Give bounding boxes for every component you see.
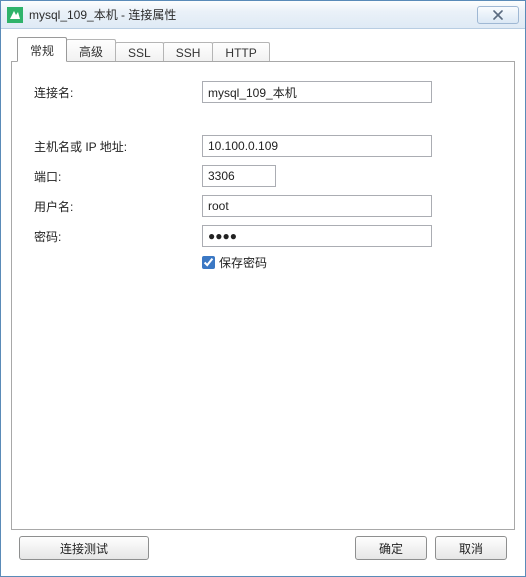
input-password[interactable] (202, 225, 432, 247)
spacer (157, 536, 347, 560)
tab-strip: 常规 高级 SSL SSH HTTP (11, 37, 515, 61)
label-conn-name: 连接名: (34, 84, 202, 101)
tab-general[interactable]: 常规 (17, 37, 67, 62)
label-port: 端口: (34, 168, 202, 185)
tab-http[interactable]: HTTP (212, 42, 269, 62)
label-password: 密码: (34, 228, 202, 245)
dialog-window: mysql_109_本机 - 连接属性 常规 高级 SSL SSH HTTP 连… (0, 0, 526, 577)
tab-ssl[interactable]: SSL (115, 42, 164, 62)
checkbox-save-password[interactable] (202, 256, 215, 269)
close-button[interactable] (477, 6, 519, 24)
label-user: 用户名: (34, 198, 202, 215)
row-user: 用户名: (34, 194, 492, 218)
window-title: mysql_109_本机 - 连接属性 (29, 6, 477, 23)
tab-ssh[interactable]: SSH (163, 42, 214, 62)
row-password: 密码: (34, 224, 492, 248)
row-port: 端口: (34, 164, 492, 188)
row-conn-name: 连接名: (34, 80, 492, 104)
content-area: 常规 高级 SSL SSH HTTP 连接名: 主机名或 IP 地址: 端口: (1, 29, 525, 576)
ok-button[interactable]: 确定 (355, 536, 427, 560)
tab-advanced[interactable]: 高级 (66, 39, 116, 62)
input-host[interactable] (202, 135, 432, 157)
input-conn-name[interactable] (202, 81, 432, 103)
tab-container: 常规 高级 SSL SSH HTTP 连接名: 主机名或 IP 地址: 端口: (11, 37, 515, 530)
label-host: 主机名或 IP 地址: (34, 138, 202, 155)
row-host: 主机名或 IP 地址: (34, 134, 492, 158)
label-save-password: 保存密码 (219, 254, 267, 271)
button-bar: 连接测试 确定 取消 (11, 530, 515, 568)
test-connection-button[interactable]: 连接测试 (19, 536, 149, 560)
input-port[interactable] (202, 165, 276, 187)
tab-panel-general: 连接名: 主机名或 IP 地址: 端口: 用户名: 密码: (11, 61, 515, 530)
title-bar: mysql_109_本机 - 连接属性 (1, 1, 525, 29)
window-controls (477, 6, 519, 24)
row-save-password: 保存密码 (202, 254, 492, 271)
app-icon (7, 7, 23, 23)
input-user[interactable] (202, 195, 432, 217)
cancel-button[interactable]: 取消 (435, 536, 507, 560)
